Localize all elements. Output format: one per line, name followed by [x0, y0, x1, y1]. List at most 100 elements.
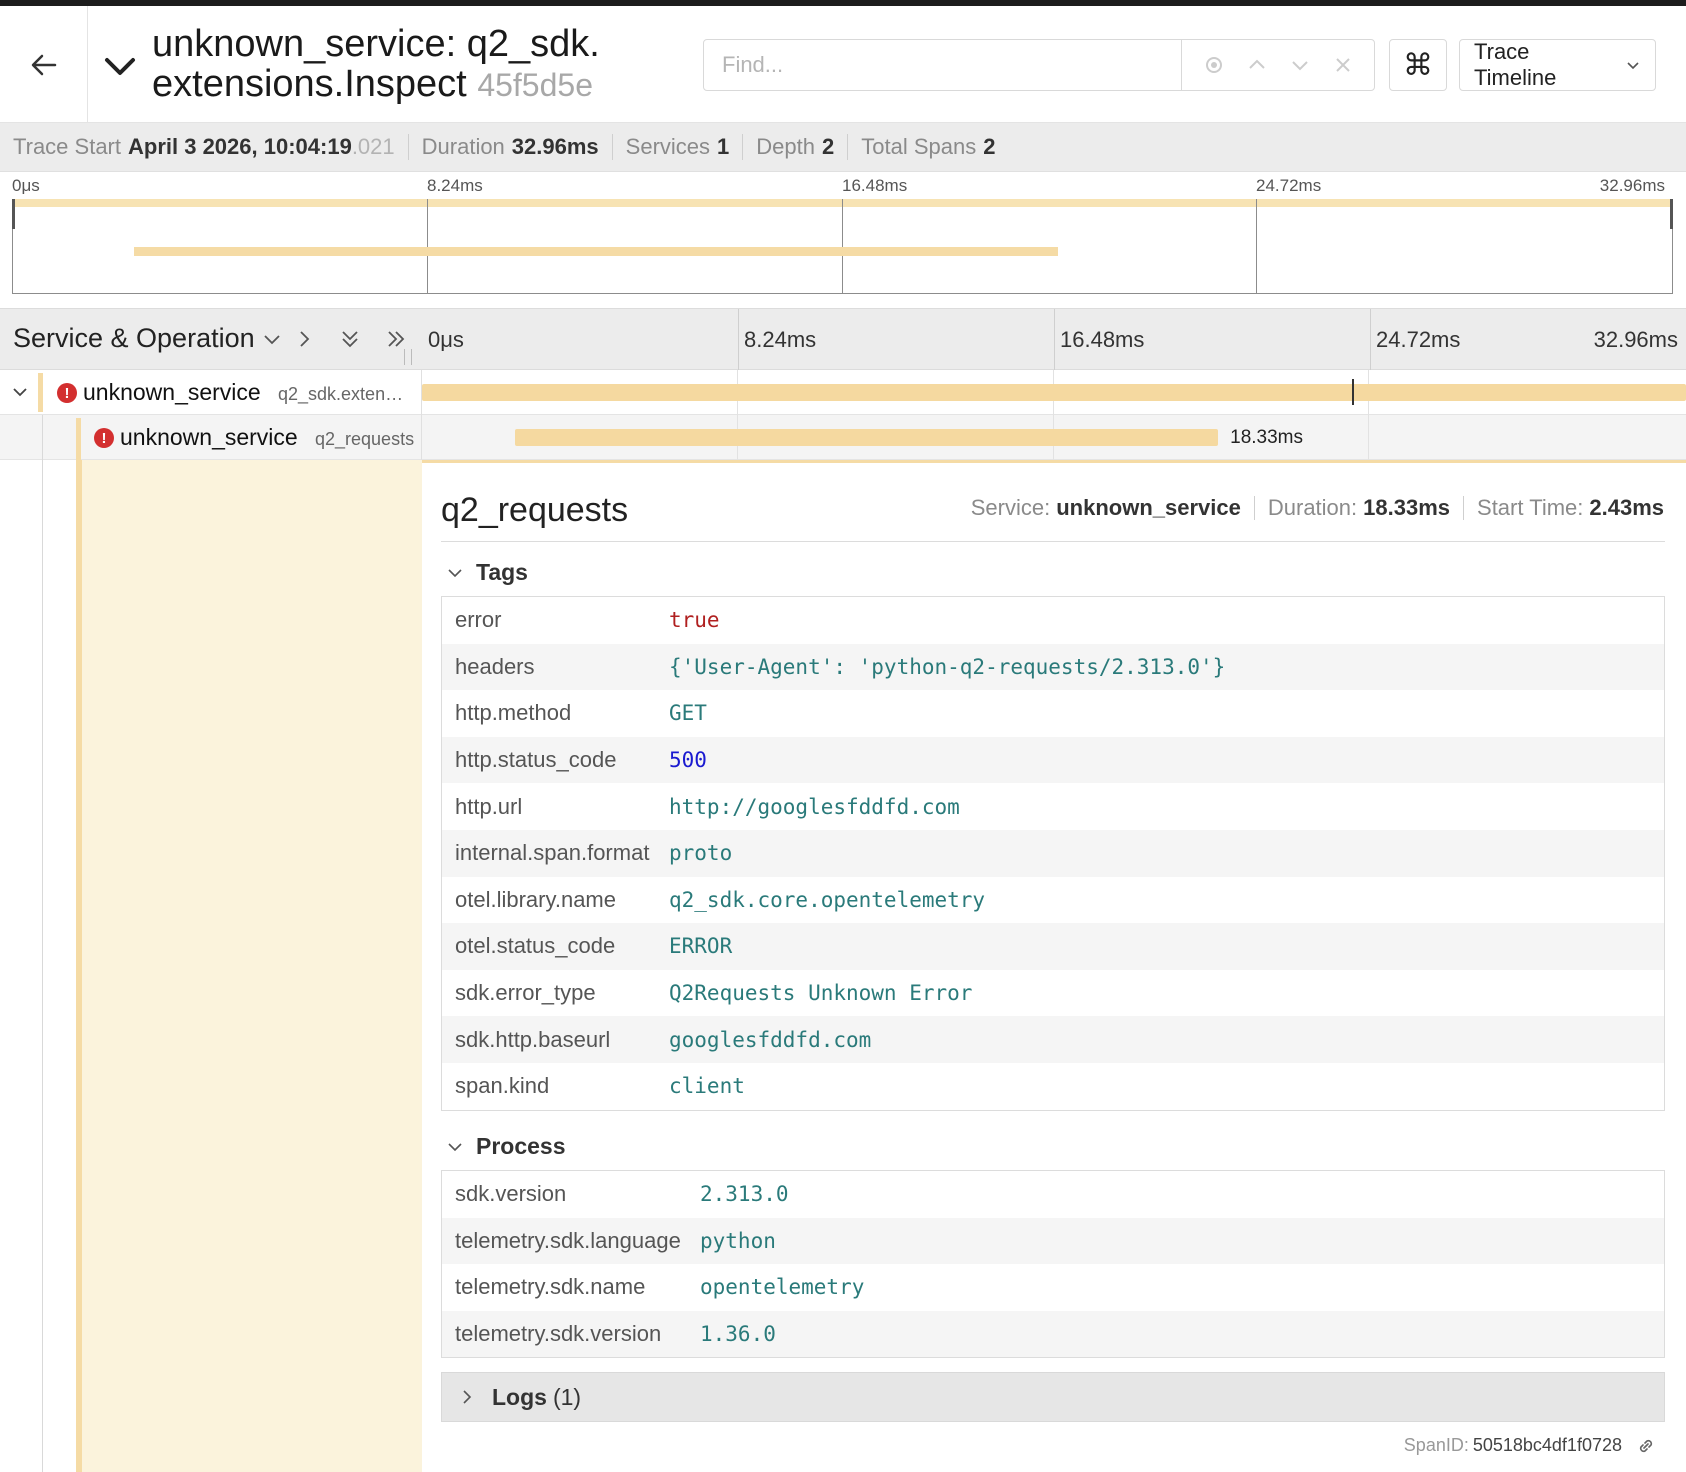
minimap-span [134, 247, 1059, 256]
chevron-down-icon [448, 568, 462, 577]
chevron-down-icon[interactable] [102, 48, 138, 84]
tags-row[interactable]: sdk.error_type Q2Requests Unknown Error [442, 970, 1664, 1017]
trace-title: unknown_service: q2_sdk. extensions.Insp… [152, 24, 712, 105]
chevron-down-icon [1627, 62, 1639, 70]
find-input[interactable] [704, 40, 1182, 90]
tags-row[interactable]: otel.status_code ERROR [442, 923, 1664, 970]
timeline-gridline [1370, 309, 1371, 371]
trace-depth: Depth 2 [756, 134, 835, 159]
tags-key: headers [455, 653, 535, 679]
span-detail-panel: q2_requests Service: unknown_service Dura… [422, 460, 1686, 1472]
double-chevron-right-icon [388, 331, 405, 347]
close-icon [1335, 58, 1350, 72]
timeline-tick-label: 8.24ms [744, 327, 817, 352]
process-value: 2.313.0 [700, 1182, 789, 1207]
tags-row[interactable]: http.status_code 500 [442, 736, 1664, 784]
prev-match-button[interactable] [1242, 50, 1272, 80]
trace-minimap[interactable]: 0μs 8.24ms 16.48ms 24.72ms 32.96ms [12, 172, 1673, 294]
process-row[interactable]: telemetry.sdk.language python [442, 1217, 1664, 1265]
service-operation-title: Service & Operation [13, 323, 283, 354]
tags-row[interactable]: http.method GET [442, 690, 1664, 737]
span-service-color [38, 373, 43, 412]
tags-key: http.url [455, 793, 523, 819]
tags-row[interactable]: sdk.http.baseurl googlesfddfd.com [442, 1016, 1664, 1063]
timeline-tick-label: 0μs [428, 327, 464, 352]
trace-total-spans: Total Spans 2 [861, 134, 996, 159]
tags-key: sdk.http.baseurl [455, 1026, 611, 1052]
process-key: sdk.version [455, 1181, 567, 1207]
tags-row[interactable]: otel.library.name q2_sdk.core.opentelemet… [442, 877, 1664, 924]
tags-value: ERROR [669, 934, 733, 959]
trace-duration: Duration 32.96ms [421, 134, 599, 159]
view-select[interactable]: Trace Timeline [1459, 39, 1656, 91]
clear-find-button[interactable] [1328, 50, 1358, 80]
tags-key: otel.library.name [455, 886, 616, 912]
keyboard-shortcuts-button[interactable]: ⌘ [1389, 39, 1447, 91]
span-bar[interactable] [515, 429, 1219, 446]
chevron-down-icon[interactable] [261, 328, 283, 350]
process-section-toggle[interactable]: Process [446, 1133, 566, 1160]
back-button[interactable] [0, 6, 88, 123]
error-icon: ! [57, 383, 77, 403]
tags-value: googlesfddfd.com [669, 1027, 872, 1052]
link-icon [1639, 1439, 1653, 1452]
process-key: telemetry.sdk.language [455, 1227, 681, 1253]
minimap-tick-label: 24.72ms [1256, 176, 1322, 195]
error-icon: ! [94, 428, 114, 448]
minimap-right-handle[interactable] [1670, 199, 1673, 229]
trace-header: unknown_service: q2_sdk. extensions.Insp… [0, 6, 1686, 123]
chevron-down-icon[interactable] [10, 382, 30, 402]
timeline-gridline [1054, 309, 1055, 371]
span-operation: q2_sdk.exten… [278, 384, 404, 404]
timeline-header: Service & Operation 0μs 8.24ms 16.48ms 24.7… [0, 308, 1686, 371]
tags-value: Q2Requests Unknown Error [669, 981, 973, 1006]
timeline-gridline [738, 309, 739, 371]
arrow-left-icon [31, 54, 56, 75]
span-bar[interactable] [422, 384, 1686, 401]
span-timeline-cell[interactable]: 18.33ms [422, 415, 1686, 460]
span-marker [1352, 379, 1354, 405]
tags-section-toggle[interactable]: Tags [446, 559, 528, 586]
span-row[interactable]: ! unknown_service q2_requests 18.33ms [0, 415, 1686, 460]
expand-all-button[interactable] [336, 325, 364, 353]
tags-key: internal.span.format [455, 840, 650, 866]
chevron-right-icon [300, 331, 310, 347]
expand-one-button[interactable] [290, 325, 318, 353]
minimap-tick-label: 8.24ms [427, 176, 483, 195]
minimap-tick-label: 0μs [12, 176, 40, 195]
logs-section-toggle[interactable]: Logs (1) [441, 1372, 1665, 1422]
command-icon: ⌘ [1403, 48, 1433, 82]
span-name-cell[interactable]: ! unknown_service q2_requests [0, 415, 422, 460]
minimap-tick-label: 32.96ms [1599, 176, 1665, 195]
tags-row[interactable]: error true [442, 597, 1664, 644]
process-row[interactable]: telemetry.sdk.version 1.36.0 [442, 1310, 1664, 1358]
double-chevron-down-icon [342, 331, 358, 348]
span-duration-label: 18.33ms [1230, 427, 1303, 448]
view-select-label: Trace Timeline [1474, 39, 1557, 90]
tags-row[interactable]: span.kind client [442, 1063, 1664, 1110]
tags-key: http.method [455, 700, 572, 726]
next-match-button[interactable] [1285, 50, 1315, 80]
copy-link-button[interactable] [1636, 1436, 1656, 1456]
tags-value: 500 [669, 748, 707, 773]
process-value: 1.36.0 [700, 1322, 776, 1347]
process-key: telemetry.sdk.name [455, 1274, 646, 1300]
tags-value: {'User-Agent': 'python-q2-requests/2.313… [669, 654, 1226, 679]
tags-row[interactable]: internal.span.format proto [442, 829, 1664, 877]
trace-start: Trace Start April 3 2026, 10:04:19.021 [13, 134, 395, 159]
span-timeline-cell[interactable] [422, 370, 1686, 415]
minimap-tick-label: 16.48ms [842, 176, 908, 195]
process-row[interactable]: sdk.version 2.313.0 [442, 1171, 1664, 1218]
span-row[interactable]: ! unknown_service q2_sdk.exten… [0, 370, 1686, 415]
column-resizer[interactable] [404, 349, 412, 365]
span-name-cell[interactable]: ! unknown_service q2_sdk.exten… [0, 370, 422, 415]
tags-row[interactable]: headers {'User-Agent': 'python-q2-request… [442, 643, 1664, 691]
process-row[interactable]: telemetry.sdk.name opentelemetry [442, 1264, 1664, 1311]
chevron-down-icon [448, 1142, 462, 1151]
locate-button[interactable] [1199, 50, 1229, 80]
span-service-color [76, 418, 81, 460]
minimap-left-handle[interactable] [12, 199, 15, 229]
timeline-tick-label: 32.96ms [1593, 327, 1678, 352]
tags-row[interactable]: http.url http://googlesfddfd.com [442, 783, 1664, 830]
tags-key: otel.status_code [455, 933, 616, 959]
